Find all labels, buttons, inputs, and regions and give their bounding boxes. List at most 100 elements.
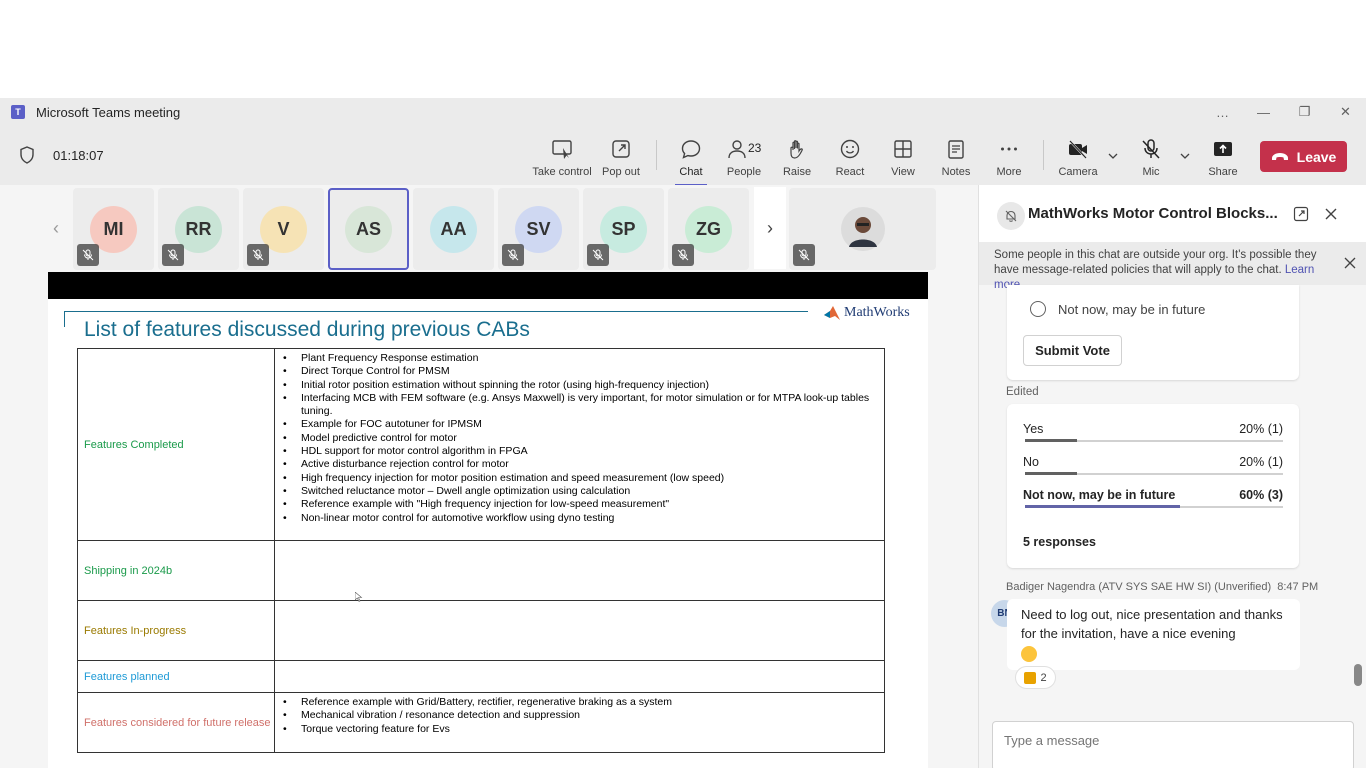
shield-icon [20, 146, 34, 164]
people-icon [728, 140, 746, 159]
response-count: 5 responses [1023, 535, 1096, 549]
take-control-button[interactable]: Take control [532, 134, 592, 182]
restore-icon[interactable]: ❐ [1284, 104, 1325, 120]
poll-result-value: 20% (1) [1239, 422, 1283, 436]
table-row: Features planned [77, 660, 885, 693]
notes-button[interactable]: Notes [928, 134, 984, 182]
feature-list-cell [274, 660, 885, 693]
feature-list-cell [274, 600, 885, 661]
submit-vote-button[interactable]: Submit Vote [1023, 335, 1122, 366]
pop-out-button[interactable]: Pop out [593, 134, 649, 182]
muted-mic-icon [247, 244, 269, 266]
muted-mic-icon [502, 244, 524, 266]
mic-button[interactable]: Mic [1123, 134, 1179, 182]
slide-header-rule-vertical [64, 311, 65, 327]
participant-tile[interactable]: AS [328, 188, 409, 270]
participant-tile[interactable]: AA [413, 188, 494, 270]
window-controls: … — ❐ ✕ [1202, 98, 1366, 126]
pop-out-chat-icon[interactable] [1293, 206, 1309, 222]
list-item: Reference example with Grid/Battery, rec… [281, 696, 878, 710]
people-count: 23 [748, 141, 762, 155]
participant-tile-photo[interactable] [789, 188, 936, 270]
participant-tile[interactable]: SP [583, 188, 664, 270]
feature-list-cell: Plant Frequency Response estimationDirec… [274, 348, 885, 541]
share-screen-icon [1214, 142, 1232, 156]
list-item: HDL support for motor control algorithm … [281, 445, 878, 459]
list-item: Model predictive control for motor [281, 432, 878, 446]
participant-avatar-photo [840, 207, 885, 251]
notifications-off-bell-icon[interactable] [997, 202, 1025, 230]
chat-title: MathWorks Motor Control Blocks... [1028, 205, 1278, 222]
poll-result-track [1025, 439, 1283, 442]
list-item: Torque vectoring feature for Evs [281, 723, 878, 737]
dismiss-notice-close-icon[interactable] [1343, 256, 1357, 270]
poll-result-value: 60% (3) [1239, 488, 1283, 502]
membrane-logo-icon [824, 306, 840, 320]
window-title: Microsoft Teams meeting [36, 104, 181, 120]
feature-list-cell [274, 540, 885, 601]
grid-view-icon [894, 140, 912, 158]
chat-button[interactable]: Chat [663, 134, 719, 186]
poll-results-card: Yes 20% (1) No 20% (1) Not now, may be in fu… [1007, 404, 1299, 568]
feature-category: Shipping in 2024b [77, 540, 275, 601]
list-item: Initial rotor position estimation withou… [281, 379, 878, 393]
strip-next-chevron-right-icon[interactable]: › [754, 187, 786, 269]
poll-result-label: Not now, may be in future [1023, 488, 1176, 502]
list-item: Mechanical vibration / resonance detecti… [281, 709, 878, 723]
ellipsis-icon [1001, 147, 1017, 151]
shared-slide: MathWorks List of features discussed dur… [48, 272, 928, 768]
muted-mic-icon [162, 244, 184, 266]
feature-category: Features planned [77, 660, 275, 693]
list-item: Plant Frequency Response estimation [281, 352, 878, 366]
close-chat-icon[interactable] [1323, 206, 1339, 222]
muted-mic-icon [77, 244, 99, 266]
avatar: AS [345, 205, 392, 253]
list-item: Interfacing MCB with FEM software (e.g. … [281, 392, 878, 419]
share-button[interactable]: Share [1195, 134, 1251, 182]
view-button[interactable]: View [875, 134, 931, 182]
camera-options-chevron-down-icon[interactable] [1107, 150, 1119, 162]
camera-button[interactable]: Camera [1050, 134, 1106, 182]
close-window-icon[interactable]: ✕ [1325, 104, 1366, 120]
chat-scrollbar-thumb[interactable] [1354, 664, 1362, 686]
participant-tile[interactable]: V [243, 188, 324, 270]
react-button[interactable]: React [822, 134, 878, 182]
table-row: Shipping in 2024b [77, 540, 885, 601]
participant-tile[interactable]: MI [73, 188, 154, 270]
more-options-icon[interactable]: … [1202, 105, 1243, 120]
people-button[interactable]: 23 People [716, 134, 772, 182]
participant-tile[interactable]: SV [498, 188, 579, 270]
poll-result-label: No [1023, 455, 1039, 469]
smiley-icon [840, 139, 860, 159]
mic-options-chevron-down-icon[interactable] [1179, 150, 1191, 162]
compose-box[interactable] [992, 721, 1354, 768]
smiling-face-emoji-icon [1021, 645, 1037, 662]
message-time: 8:47 PM [1277, 581, 1319, 593]
poll-option-radio[interactable] [1030, 301, 1046, 317]
message-sender: Badiger Nagendra (ATV SYS SAE HW SI) (Un… [1006, 581, 1272, 593]
leave-button[interactable]: Leave [1260, 141, 1347, 172]
participant-tile[interactable]: RR [158, 188, 239, 270]
features-table: Features CompletedPlant Frequency Respon… [77, 348, 885, 753]
slide-top-bar [48, 272, 928, 299]
chat-message-bubble[interactable]: Need to log out, nice presentation and t… [1007, 599, 1300, 670]
table-row: Features CompletedPlant Frequency Respon… [77, 348, 885, 541]
list-item: Switched reluctance motor – Dwell angle … [281, 485, 878, 499]
reaction-pill[interactable]: 2 [1015, 666, 1056, 689]
raise-hand-button[interactable]: Raise [769, 134, 825, 182]
slide-title: List of features discussed during previo… [84, 318, 530, 341]
title-bar: T Microsoft Teams meeting … — ❐ ✕ [0, 98, 1366, 126]
take-control-icon [552, 140, 572, 159]
participant-tile[interactable]: ZG [668, 188, 749, 270]
feature-category: Features In-progress [77, 600, 275, 661]
muted-mic-icon [587, 244, 609, 266]
hand-icon [790, 140, 803, 159]
minimize-icon[interactable]: — [1243, 105, 1284, 120]
poll-result-track [1025, 505, 1283, 508]
more-button[interactable]: More [981, 134, 1037, 182]
strip-prev-chevron-left-icon[interactable]: ‹ [40, 187, 72, 269]
poll-result-track [1025, 472, 1283, 475]
chat-header: MathWorks Motor Control Blocks... [979, 185, 1366, 242]
edited-label: Edited [1006, 386, 1039, 398]
message-input[interactable] [1004, 733, 1324, 748]
